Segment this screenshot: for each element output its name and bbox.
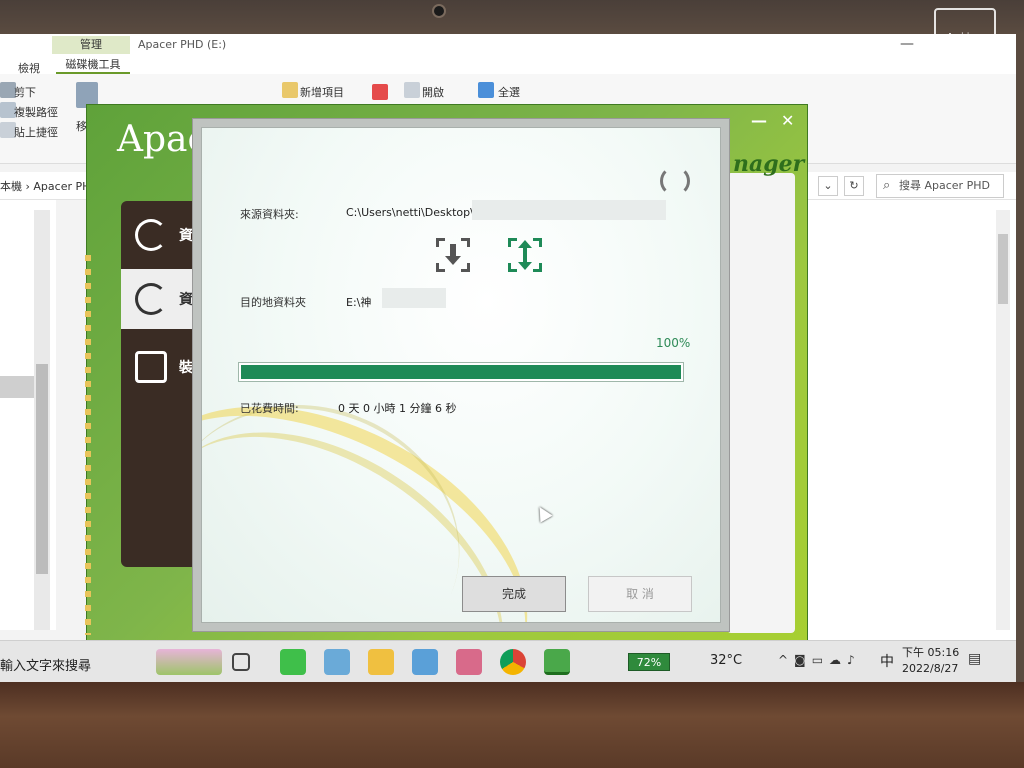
properties-icon <box>372 84 388 100</box>
copy-path-button[interactable]: 複製路徑 <box>14 104 58 120</box>
source-folder-label: 來源資料夾: <box>240 208 299 221</box>
watermark-line2: -Didi <box>949 48 981 59</box>
task-view-icon[interactable] <box>232 653 250 671</box>
apacer-close-icon[interactable]: ✕ <box>781 111 794 130</box>
select-all-button[interactable]: 全選 <box>498 84 520 100</box>
nav-scrollbar-thumb[interactable] <box>36 364 48 574</box>
search-input[interactable]: 搜尋 Apacer PHD ... <box>876 174 1004 214</box>
destination-folder-label: 目的地資料夾 <box>240 296 306 309</box>
destination-folder-path: E:\神 <box>346 296 372 309</box>
webcam <box>432 4 446 18</box>
battery-indicator[interactable]: 72% <box>628 653 670 671</box>
laptop-bezel-bottom <box>0 682 1024 768</box>
redacted-area <box>472 200 666 220</box>
source-folder-path: C:\Users\netti\Desktop\ <box>346 206 474 219</box>
sync-icon <box>135 283 167 315</box>
sidebar-item-label: 資 <box>179 292 193 308</box>
mouse-cursor <box>533 503 553 523</box>
sync-progress-dialog: 來源資料夾: C:\Users\netti\Desktop\ 目的地資料夾 E:… <box>192 118 730 632</box>
sync-icon <box>660 166 690 196</box>
explorer-tab-bar: 管理 Apacer PHD (E:) — 檢視 磁碟機工具 <box>0 34 1016 75</box>
sidebar-item-label: 資 <box>179 228 193 244</box>
minimize-icon[interactable]: — <box>900 36 914 52</box>
open-button[interactable]: 開啟 <box>422 84 444 100</box>
window-title: Apacer PHD (E:) <box>138 38 227 51</box>
new-item-button[interactable]: 新增項目 <box>300 84 344 100</box>
screen: 管理 Apacer PHD (E:) — 檢視 磁碟機工具 剪下 複製路徑 貼上… <box>0 34 1016 682</box>
taskbar-search-input[interactable]: 輸入文字來搜尋 <box>0 655 91 674</box>
clock-time: 下午 05:16 <box>902 646 960 659</box>
progress-bar <box>238 362 684 382</box>
cut-button[interactable]: 剪下 <box>14 84 36 100</box>
notes-app-icon[interactable] <box>324 649 350 675</box>
line-app-icon[interactable] <box>280 649 306 675</box>
ime-indicator[interactable]: 中 <box>880 651 894 671</box>
elapsed-time-label: 已花費時間: <box>240 402 299 415</box>
select-all-icon <box>478 82 494 98</box>
sidebar-item-label: 裝 <box>179 360 193 376</box>
file-list-pane <box>806 200 1016 640</box>
sync-icon <box>135 219 167 251</box>
tab-disk-tools[interactable]: 磁碟機工具 <box>56 56 130 74</box>
file-list-scrollbar-thumb[interactable] <box>998 234 1008 304</box>
clock[interactable]: 下午 05:16 2022/8/27 <box>902 645 959 677</box>
cancel-button[interactable]: 取 消 <box>588 576 692 612</box>
laptop-bezel-right <box>1016 34 1024 682</box>
system-tray[interactable]: ^◙▭☁♪ <box>778 653 861 667</box>
progress-percent: 100% <box>656 336 691 350</box>
progress-bar-fill <box>241 365 681 379</box>
network-tool-icon[interactable] <box>412 649 438 675</box>
chrome-icon[interactable] <box>500 649 526 675</box>
taskbar: 輸入文字來搜尋 72% 32°C ^◙▭☁♪ 中 下午 05:16 2022/8… <box>0 640 1016 682</box>
address-path[interactable]: 本機 › Apacer PH <box>0 178 90 194</box>
widgets-icon[interactable] <box>156 649 222 675</box>
clock-date: 2022/8/27 <box>902 662 959 675</box>
decorative-dots <box>85 255 91 635</box>
laptop-bezel-top <box>0 0 1024 34</box>
notification-icon[interactable]: ▤ <box>968 651 981 667</box>
disk-icon <box>135 351 167 383</box>
apacer-app-icon[interactable] <box>544 649 570 675</box>
chevron-down-icon[interactable]: ⌄ <box>818 176 838 196</box>
apacer-manager-text: nager <box>733 151 805 177</box>
apacer-minimize-icon[interactable]: — <box>751 111 767 130</box>
apacer-content-panel <box>727 173 795 633</box>
open-icon <box>404 82 420 98</box>
tab-manage[interactable]: 管理 <box>52 36 130 54</box>
dialog-body: 來源資料夾: C:\Users\netti\Desktop\ 目的地資料夾 E:… <box>201 127 721 623</box>
finish-button[interactable]: 完成 <box>462 576 566 612</box>
weather-widget[interactable]: 32°C <box>710 653 742 668</box>
watermark-line1: Aojiao <box>946 32 984 43</box>
paste-shortcut-button[interactable]: 貼上捷徑 <box>14 124 58 140</box>
snipping-tool-icon[interactable] <box>456 649 482 675</box>
redacted-area <box>382 288 446 308</box>
transfer-icon <box>508 238 542 272</box>
nav-selected-item[interactable] <box>0 376 34 398</box>
refresh-icon[interactable]: ↻ <box>844 176 864 196</box>
new-item-icon <box>282 82 298 98</box>
watermark: Aojiao -Didi <box>934 8 996 74</box>
file-explorer-icon[interactable] <box>368 649 394 675</box>
elapsed-time-value: 0 天 0 小時 1 分鐘 6 秒 <box>338 402 457 415</box>
download-icon <box>436 238 470 272</box>
